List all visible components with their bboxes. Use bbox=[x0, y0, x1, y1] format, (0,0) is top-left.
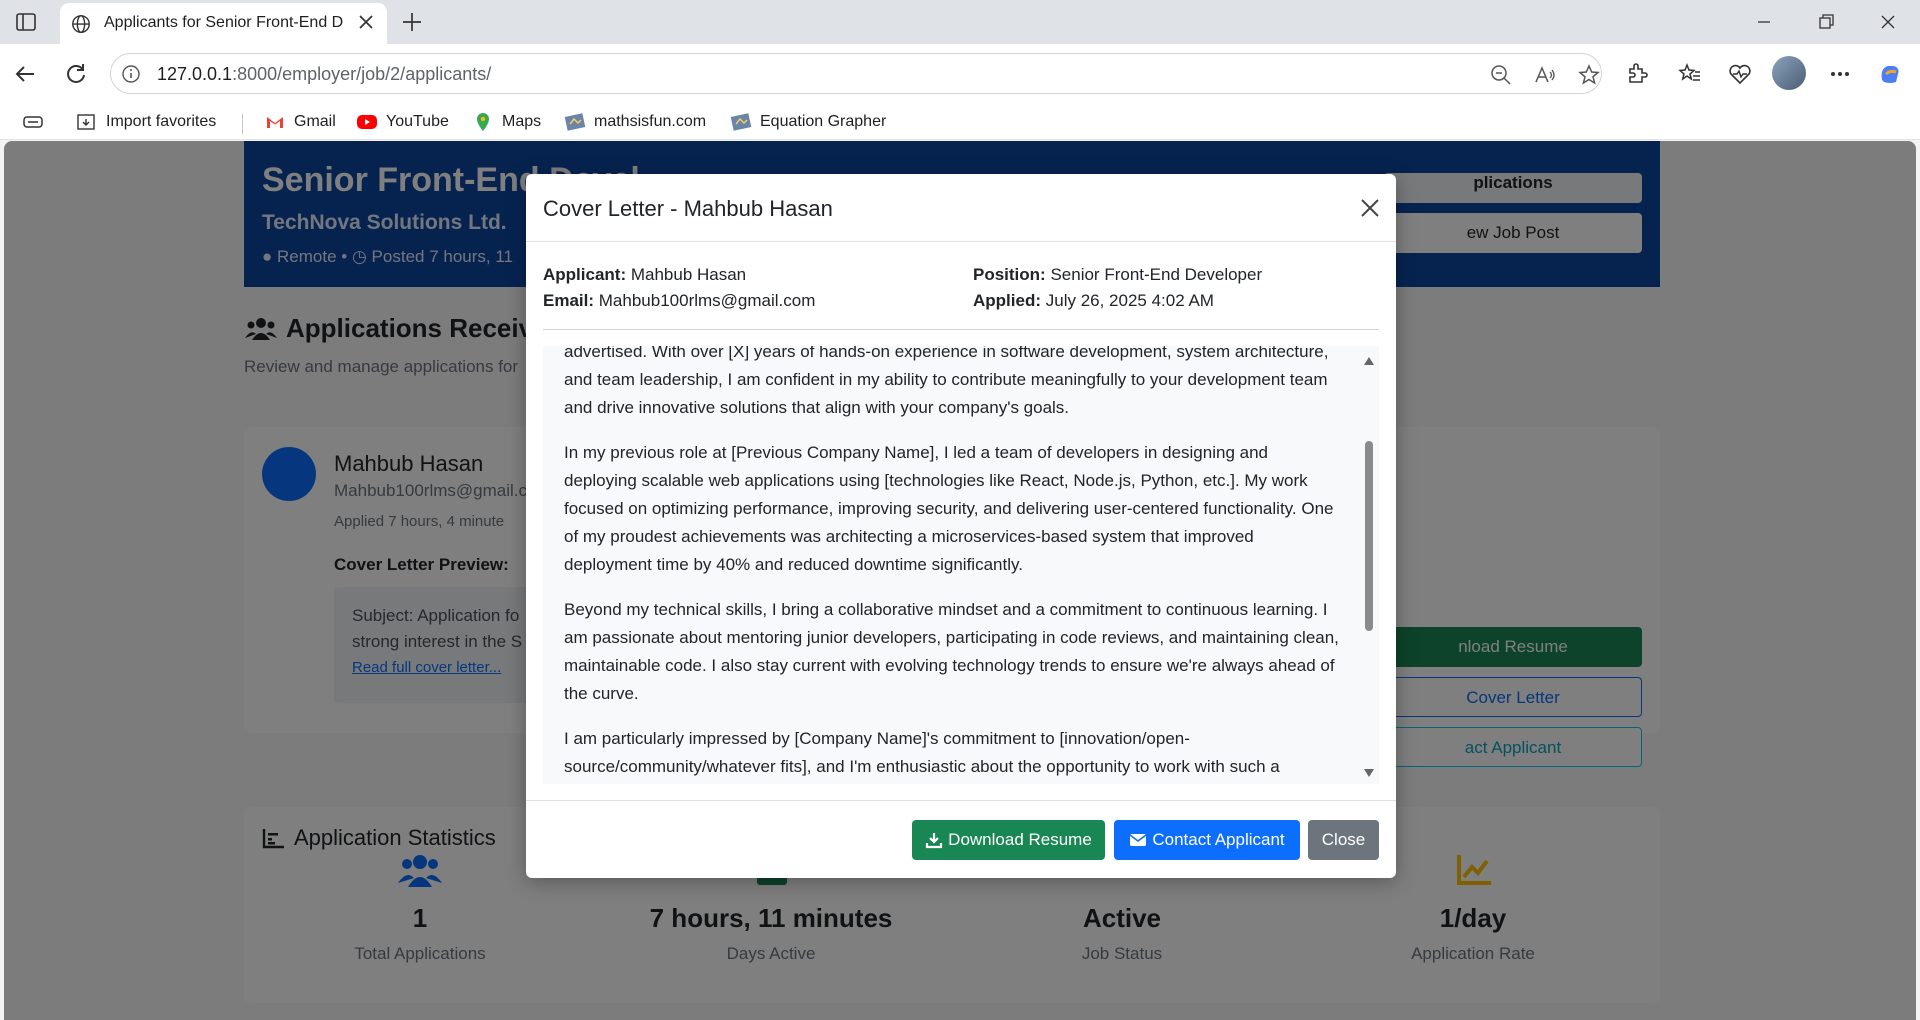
equation-grapher-icon bbox=[730, 113, 752, 131]
maps-icon bbox=[477, 113, 489, 131]
youtube-icon bbox=[357, 115, 377, 129]
applicant-value: Mahbub Hasan bbox=[630, 265, 747, 284]
modal-header: Cover Letter - Mahbub Hasan bbox=[526, 174, 1396, 242]
close-icon[interactable] bbox=[1358, 196, 1382, 220]
favorite-star-icon[interactable] bbox=[1577, 63, 1601, 87]
import-icon bbox=[77, 114, 95, 130]
refresh-icon[interactable] bbox=[62, 60, 90, 88]
gmail-icon bbox=[267, 117, 283, 128]
applied-value: July 26, 2025 4:02 AM bbox=[1045, 291, 1214, 310]
bookmark-import-favorites[interactable]: Import favorites bbox=[76, 110, 216, 134]
close-window-icon[interactable] bbox=[1876, 10, 1900, 34]
bookmark-separator bbox=[242, 114, 243, 134]
site-info-icon[interactable] bbox=[121, 64, 141, 84]
scrollbar[interactable] bbox=[1359, 346, 1379, 784]
bookmark-youtube[interactable]: YouTube bbox=[356, 110, 449, 134]
collections-icon[interactable] bbox=[22, 112, 44, 132]
scroll-down-arrow-icon[interactable] bbox=[1363, 768, 1375, 778]
bookmarks-bar: Import favorites Gmail YouTube Maps math… bbox=[0, 104, 1920, 140]
bookmark-mathsisfun[interactable]: mathsisfun.com bbox=[564, 110, 706, 134]
browser-essentials-icon[interactable] bbox=[1726, 60, 1754, 88]
mathsisfun-icon bbox=[564, 113, 586, 131]
more-menu-icon[interactable] bbox=[1826, 60, 1854, 88]
cover-letter-body[interactable]: advertised. With over [X] years of hands… bbox=[543, 346, 1379, 784]
paragraph: advertised. With over [X] years of hands… bbox=[564, 346, 1329, 417]
paragraph: Beyond my technical skills, I bring a co… bbox=[564, 600, 1339, 703]
new-tab-icon[interactable] bbox=[400, 10, 424, 34]
tab-title: Applicants for Senior Front-End D bbox=[104, 14, 344, 31]
globe-icon bbox=[72, 15, 90, 33]
email-value: Mahbub100rlms@gmail.com bbox=[598, 291, 816, 310]
modal-footer: Download Resume Contact Applicant Close bbox=[526, 800, 1396, 878]
url-text: 127.0.0.1:8000/employer/job/2/applicants… bbox=[157, 64, 492, 84]
profile-avatar[interactable] bbox=[1772, 56, 1806, 90]
divider bbox=[543, 329, 1379, 330]
address-bar[interactable]: 127.0.0.1:8000/employer/job/2/applicants… bbox=[110, 53, 1602, 94]
modal-close-button[interactable]: Close bbox=[1308, 820, 1379, 860]
cover-letter-text: advertised. With over [X] years of hands… bbox=[564, 346, 1344, 784]
modal-download-resume-button[interactable]: Download Resume bbox=[912, 820, 1105, 860]
download-icon bbox=[926, 833, 943, 849]
favorites-icon[interactable] bbox=[1676, 60, 1704, 88]
modal-title: Cover Letter - Mahbub Hasan bbox=[543, 196, 833, 221]
extensions-icon[interactable] bbox=[1622, 60, 1650, 88]
scroll-up-arrow-icon[interactable] bbox=[1363, 356, 1375, 366]
paragraph: I am particularly impressed by [Company … bbox=[564, 729, 1280, 776]
close-tab-icon[interactable] bbox=[357, 13, 375, 31]
applicant-info-left: Applicant: Mahbub Hasan Email: Mahbub100… bbox=[543, 265, 816, 310]
bookmark-equation-grapher[interactable]: Equation Grapher bbox=[730, 110, 886, 134]
zoom-out-icon[interactable] bbox=[1489, 63, 1513, 87]
applicant-info-right: Position: Senior Front-End Developer App… bbox=[973, 265, 1263, 310]
bookmark-maps[interactable]: Maps bbox=[472, 110, 541, 134]
position-value: Senior Front-End Developer bbox=[1050, 265, 1263, 284]
bookmark-gmail[interactable]: Gmail bbox=[264, 110, 336, 134]
cover-letter-modal: Cover Letter - Mahbub Hasan Applicant: M… bbox=[526, 174, 1396, 878]
restore-icon[interactable] bbox=[1814, 10, 1838, 34]
modal-contact-applicant-button[interactable]: Contact Applicant bbox=[1114, 820, 1300, 860]
copilot-icon[interactable] bbox=[1876, 60, 1904, 88]
browser-tab-active[interactable]: Applicants for Senior Front-End D bbox=[60, 3, 387, 44]
scrollbar-thumb[interactable] bbox=[1365, 441, 1373, 631]
read-aloud-icon[interactable] bbox=[1533, 63, 1557, 87]
minimize-icon[interactable] bbox=[1752, 10, 1776, 34]
paragraph: In my previous role at [Previous Company… bbox=[564, 443, 1334, 574]
browser-tab-bar: Applicants for Senior Front-End D bbox=[0, 0, 1920, 44]
back-arrow-icon[interactable] bbox=[12, 60, 40, 88]
tab-actions-icon[interactable] bbox=[14, 10, 38, 34]
envelope-icon bbox=[1129, 834, 1147, 846]
browser-toolbar: 127.0.0.1:8000/employer/job/2/applicants… bbox=[0, 44, 1920, 104]
